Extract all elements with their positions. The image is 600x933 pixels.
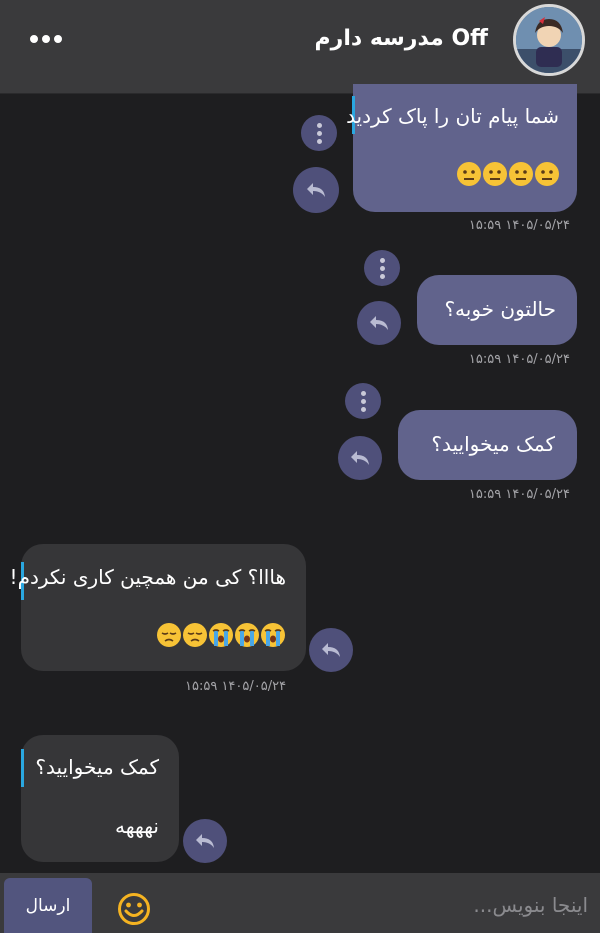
reply-button[interactable] [338,436,382,480]
reply-icon [370,316,388,330]
message-timestamp: ۱۴۰۵/۰۵/۲۴ ۱۵:۵۹ [468,218,570,233]
emoji-row [155,619,285,647]
neutral-face-icon [483,161,507,186]
message-options-button[interactable] [301,115,337,151]
pensive-face-icon [183,622,207,647]
more-horizontal-icon [30,35,38,43]
pensive-face-icon [157,622,181,647]
neutral-face-icon [509,161,533,186]
reply-indicator [21,749,24,787]
chat-title: Off مدرسه دارم [314,26,488,51]
reply-icon [322,643,340,657]
message-bubble-outgoing[interactable]: کمک میخوایید؟ [398,410,577,480]
crying-face-icon [235,622,259,647]
message-text: حالتون خوبه؟ [444,297,556,321]
avatar-image [516,7,582,73]
message-input[interactable] [170,883,588,927]
message-timestamp: ۱۴۰۵/۰۵/۲۴ ۱۵:۵۹ [185,679,287,694]
message-bubble-incoming[interactable]: هااا؟ کی من همچین کاری نکردم! [10,544,306,671]
more-horizontal-icon [54,35,62,43]
message-bubble-outgoing[interactable]: شما پیام تان را پاک کردید [346,84,577,212]
crying-face-icon [261,622,285,647]
reply-icon [351,451,369,465]
quoted-message-text: کمک میخوایید؟ [35,755,159,779]
avatar[interactable] [513,4,585,76]
reply-button[interactable] [357,301,401,345]
message-text: کمک میخوایید؟ [431,432,555,456]
neutral-face-icon [535,161,559,186]
message-bubble-incoming[interactable]: کمک میخوایید؟ نهههه [21,735,179,862]
composer-bar: ارسال [0,873,600,933]
reply-button[interactable] [309,628,353,672]
emoji-button[interactable] [117,892,151,926]
message-text: هااا؟ کی من همچین کاری نکردم! [9,565,286,589]
reply-button[interactable] [293,167,339,213]
reply-icon [307,183,325,197]
message-bubble-outgoing[interactable]: حالتون خوبه؟ [417,275,577,345]
chat-header: Off مدرسه دارم [0,0,600,94]
message-timestamp: ۱۴۰۵/۰۵/۲۴ ۱۵:۵۹ [468,352,570,367]
reply-button[interactable] [183,819,227,863]
smiley-icon [118,893,150,925]
emoji-row [455,158,559,186]
send-button[interactable]: ارسال [4,878,92,933]
message-options-button[interactable] [345,383,381,419]
message-text: شما پیام تان را پاک کردید [346,104,559,128]
message-text: نهههه [115,814,159,838]
more-options-button[interactable] [30,29,70,49]
more-horizontal-icon [42,35,50,43]
message-options-button[interactable] [364,250,400,286]
message-timestamp: ۱۴۰۵/۰۵/۲۴ ۱۵:۵۹ [468,487,570,502]
neutral-face-icon [457,161,481,186]
crying-face-icon [209,622,233,647]
reply-icon [196,834,214,848]
